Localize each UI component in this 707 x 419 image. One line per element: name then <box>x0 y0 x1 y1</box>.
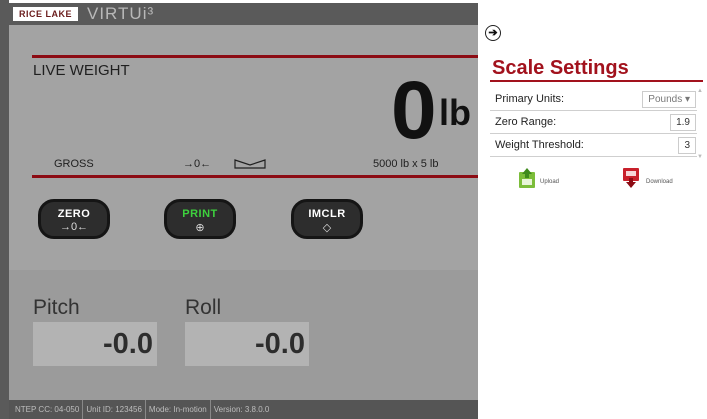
upload-button[interactable]: Upload <box>518 167 568 195</box>
capacity-label: 5000 lb x 5 lb <box>373 158 439 170</box>
scroll-down-icon[interactable]: ▼ <box>697 154 703 160</box>
mode-label: Mode: In-motion <box>146 400 211 419</box>
panel-title: Scale Settings <box>492 57 629 79</box>
live-weight-label: LIVE WEIGHT <box>33 62 130 79</box>
setting-row-weight-threshold: Weight Threshold: 3 <box>490 134 697 157</box>
print-icon: ⊕ <box>195 222 205 234</box>
version-label: Version: 3.8.0.0 <box>213 405 270 414</box>
imclr-button-label: IMCLR <box>308 208 346 220</box>
gross-mode-label: GROSS <box>54 158 94 170</box>
setting-label: Zero Range: <box>495 116 557 128</box>
roll-readout: -0.0 <box>185 322 309 366</box>
weight-value: 0 <box>391 65 437 156</box>
ntep-cc-label: NTEP CC: 04-050 <box>12 400 84 419</box>
app-window: RICE LAKE VIRTUi³ LIVE WEIGHT 0 lb GROSS… <box>0 0 707 419</box>
weight-unit: lb <box>439 92 471 133</box>
setting-row-zero-range: Zero Range: 1.9 <box>490 111 697 134</box>
scroll-up-icon[interactable]: ▲ <box>697 88 703 94</box>
unit-id-label: Unit ID: 123456 <box>83 400 146 419</box>
product-name: VIRTUi³ <box>87 4 155 23</box>
brand-logo: RICE LAKE <box>13 7 79 21</box>
zero-icon: →0← <box>59 221 89 233</box>
weight-display-area: LIVE WEIGHT 0 lb GROSS →0← 5000 lb x 5 l… <box>9 25 478 270</box>
weight-threshold-input[interactable]: 3 <box>678 137 696 154</box>
setting-row-primary-units: Primary Units: Pounds ▾ <box>490 88 697 111</box>
download-label: Download <box>646 179 673 185</box>
imclr-button[interactable]: IMCLR ◇ <box>291 199 363 239</box>
top-bar: RICE LAKE VIRTUi³ <box>9 3 478 25</box>
pitch-label: Pitch <box>33 296 80 319</box>
scale-settings-panel: ➔ Scale Settings Primary Units: Pounds ▾… <box>478 0 707 419</box>
print-button[interactable]: PRINT ⊕ <box>164 199 236 239</box>
stable-weight-icon <box>234 159 266 169</box>
pitch-readout: -0.0 <box>33 322 157 366</box>
arrow-right-icon[interactable]: ➔ <box>485 25 501 41</box>
download-button[interactable]: Download <box>622 167 692 195</box>
weight-bottom-divider <box>32 175 478 178</box>
primary-units-select[interactable]: Pounds ▾ <box>642 91 696 108</box>
status-footer: NTEP CC: 04-050 Unit ID: 123456 Mode: In-m… <box>9 400 478 419</box>
setting-label: Weight Threshold: <box>495 139 584 151</box>
main-weight-area: LIVE WEIGHT 0 lb GROSS →0← 5000 lb x 5 l… <box>9 25 478 419</box>
zero-button[interactable]: ZERO →0← <box>38 199 110 239</box>
left-edge-bar <box>0 0 9 419</box>
zero-range-input[interactable]: 1.9 <box>670 114 696 131</box>
zero-button-label: ZERO <box>57 208 91 220</box>
weight-top-divider <box>32 55 478 58</box>
panel-title-divider <box>490 80 703 82</box>
settings-list: Primary Units: Pounds ▾ Zero Range: 1.9 … <box>490 88 697 157</box>
imclr-icon: ◇ <box>322 222 332 234</box>
settings-scrollbar[interactable]: ▲ ▼ <box>697 88 703 160</box>
print-button-label: PRINT <box>182 208 218 220</box>
upload-icon <box>519 168 535 188</box>
upload-label: Upload <box>540 179 560 185</box>
setting-label: Primary Units: <box>495 93 565 105</box>
download-icon <box>623 168 639 188</box>
roll-label: Roll <box>185 296 222 319</box>
center-of-zero-indicator: →0← <box>183 158 212 170</box>
